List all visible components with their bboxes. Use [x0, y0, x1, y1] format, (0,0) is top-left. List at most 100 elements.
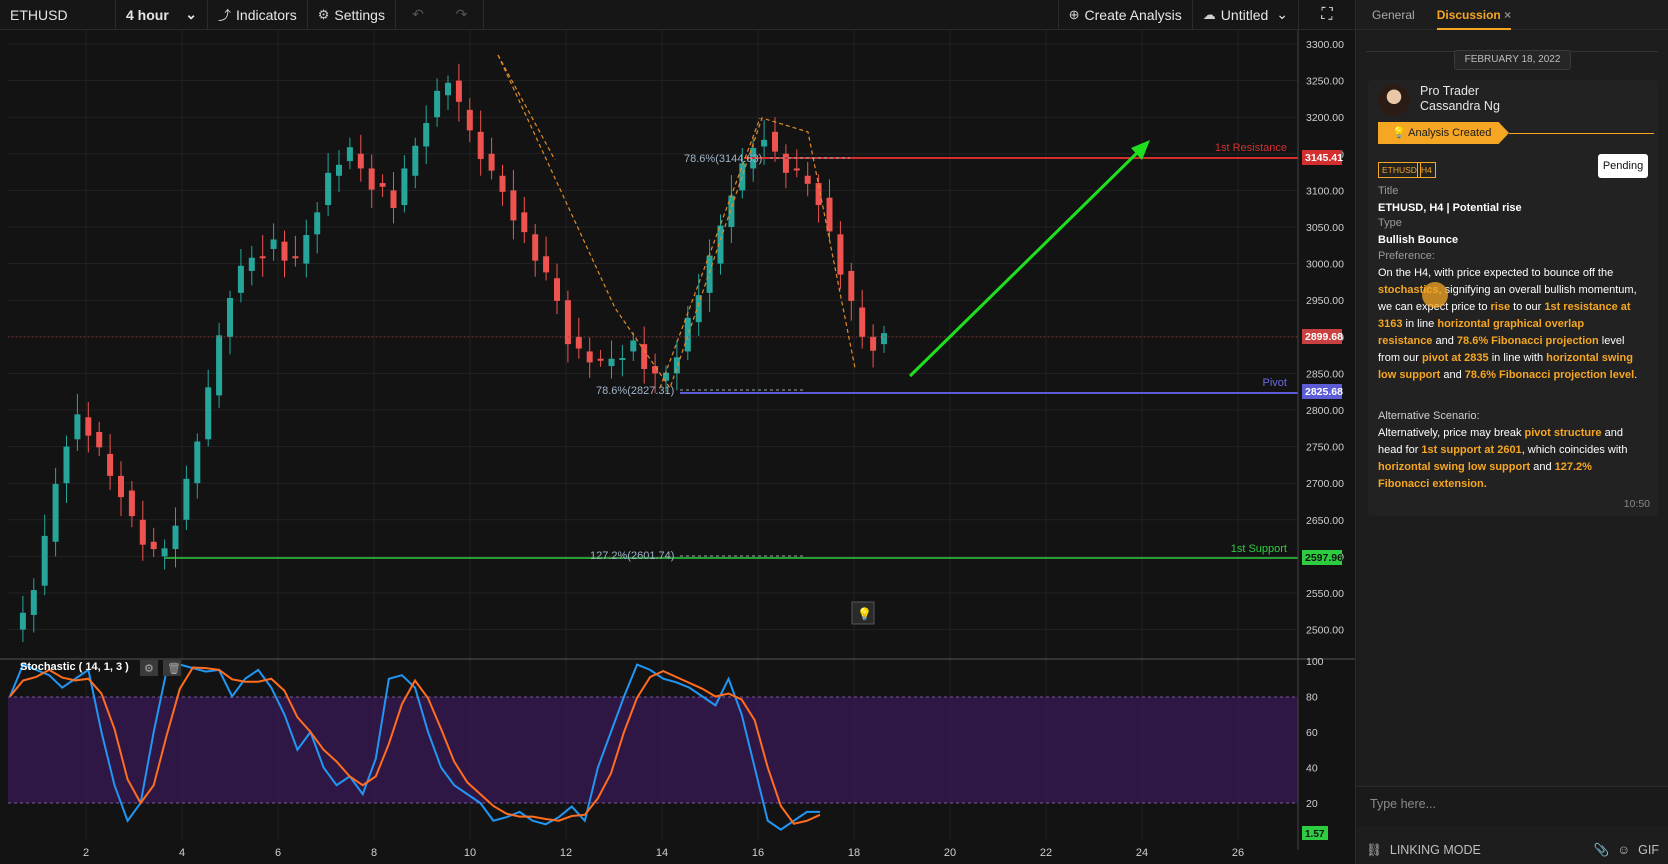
message-input[interactable]: Type here...: [1356, 786, 1668, 826]
tab-discussion[interactable]: Discussion ×: [1436, 7, 1512, 30]
candle-body: [455, 80, 462, 102]
indicators-button[interactable]: ⤴ Indicators: [208, 0, 308, 30]
candle-body: [161, 548, 168, 557]
candle-body: [837, 234, 844, 275]
candle-body: [63, 446, 70, 484]
candle-body: [848, 270, 855, 301]
candle-body: [128, 490, 135, 517]
candle-body: [575, 336, 582, 349]
candle-body: [205, 387, 212, 440]
date-tick: 2: [83, 847, 89, 859]
price-chart[interactable]: 78.6%(3144.63) 78.6%(2827.31) 127.2%(260…: [0, 30, 1355, 864]
candle-body: [521, 212, 528, 233]
candle-body: [259, 256, 266, 259]
timeframe-selector[interactable]: 4 hour ⌄: [116, 0, 208, 30]
redo-icon: ↷: [455, 6, 468, 22]
chevron-down-icon: ⌄: [185, 6, 197, 22]
candle-body: [368, 168, 375, 190]
price-tick: 3200.00: [1306, 112, 1344, 124]
layout-name: Untitled: [1220, 6, 1269, 23]
timeframe-tag: H4: [1417, 162, 1436, 178]
fullscreen-button[interactable]: ⛶: [1299, 0, 1355, 30]
price-tick: 3000.00: [1306, 259, 1344, 271]
analysis-badge-label: Analysis Created: [1408, 127, 1492, 139]
price-tick: 2700.00: [1306, 478, 1344, 490]
linking-mode-toggle[interactable]: LINKING MODE: [1390, 843, 1481, 857]
discussion-panel: General Discussion × FEBRUARY 18, 2022 P…: [1355, 0, 1668, 864]
fib-projection-leg2: [497, 54, 556, 161]
fib-projection-dashed: [497, 54, 856, 390]
symbol-label: ETHUSD: [10, 6, 68, 23]
candle-body: [554, 278, 560, 301]
date-tick: 6: [275, 847, 281, 859]
candle-body: [859, 307, 866, 337]
price-tick: 3250.00: [1306, 76, 1344, 88]
candlestick-series: [19, 63, 887, 643]
candle-body: [41, 535, 48, 586]
preference-label: Preference:: [1378, 250, 1435, 262]
candle-body: [499, 175, 506, 192]
input-toolbar: ⛓ LINKING MODE 📎 ☺ GIF: [1356, 836, 1668, 864]
candle-body: [466, 109, 473, 131]
candle-body: [434, 90, 441, 118]
link-icon[interactable]: ⛓: [1366, 843, 1382, 858]
date-tick: 14: [656, 847, 668, 859]
date-axis: 2 4 6 8 10 12 14 16 18 20 22 24 26: [83, 847, 1244, 859]
candle-body: [216, 335, 223, 396]
emoji-icon[interactable]: ☺: [1617, 843, 1630, 857]
tab-discussion-label: Discussion: [1436, 7, 1501, 22]
gear-icon: ⚙: [317, 6, 330, 22]
avatar[interactable]: [1378, 84, 1410, 116]
stoch-tick: 60: [1306, 727, 1318, 739]
date-pill: FEBRUARY 18, 2022: [1454, 50, 1571, 70]
candle-body: [488, 153, 495, 171]
message-time: 10:50: [1623, 498, 1650, 510]
chart-area[interactable]: 78.6%(3144.63) 78.6%(2827.31) 127.2%(260…: [0, 30, 1355, 864]
candle-body: [804, 175, 811, 184]
tab-general[interactable]: General: [1372, 8, 1415, 22]
candle-body: [423, 123, 430, 147]
stoch-tick: 20: [1306, 798, 1318, 810]
symbol-selector[interactable]: ETHUSD: [0, 0, 116, 30]
alt-text: Alternatively, price may break pivot str…: [1378, 427, 1628, 490]
candle-body: [772, 131, 778, 152]
price-tick: 3100.00: [1306, 185, 1344, 197]
redo-button[interactable]: ↷: [440, 0, 484, 30]
attachment-icon[interactable]: 📎: [1594, 843, 1610, 858]
indicators-label: Indicators: [236, 6, 297, 23]
author-name: Cassandra Ng: [1420, 99, 1500, 113]
stoch-tick: 100: [1306, 656, 1324, 668]
candle-body: [346, 147, 353, 162]
timeframe-label: 4 hour: [126, 6, 169, 23]
forecast-arrow[interactable]: [908, 148, 1142, 378]
candle-body: [325, 172, 332, 206]
price-tick: 2750.00: [1306, 442, 1344, 454]
candle-body: [739, 163, 746, 191]
chevron-down-icon: ⌄: [1276, 6, 1288, 22]
title-label: Title: [1378, 185, 1399, 197]
undo-button[interactable]: ↶: [396, 0, 440, 30]
candle-body: [390, 190, 397, 208]
candle-body: [412, 145, 419, 176]
lightbulb-icon: 💡: [1392, 127, 1406, 139]
layout-selector[interactable]: ☁ Untitled ⌄: [1193, 0, 1299, 30]
panel-tabs: General Discussion ×: [1356, 0, 1668, 30]
analysis-card[interactable]: Pro Trader Cassandra Ng 💡 Analysis Creat…: [1368, 80, 1658, 516]
candle-body: [183, 478, 190, 520]
candle-body: [673, 357, 680, 374]
chart-toolbar: ETHUSD 4 hour ⌄ ⤴ Indicators ⚙ Settings ↶ ↷…: [0, 0, 1355, 30]
stoch-value-text: 1.57: [1305, 829, 1325, 840]
candle-body: [608, 358, 615, 367]
gif-button[interactable]: GIF: [1638, 843, 1659, 857]
candle-body: [303, 235, 310, 264]
current-price-text: 2899.68: [1305, 331, 1343, 343]
close-icon[interactable]: ×: [1504, 8, 1511, 22]
candle-body: [85, 417, 92, 436]
candle-body: [510, 190, 517, 221]
badge-divider: [1509, 133, 1654, 134]
status-badge[interactable]: Pending: [1598, 154, 1648, 178]
create-analysis-button[interactable]: ⊕ Create Analysis: [1057, 0, 1193, 30]
candle-body: [641, 344, 648, 370]
candle-body: [336, 164, 342, 176]
settings-button[interactable]: ⚙ Settings: [308, 0, 396, 30]
